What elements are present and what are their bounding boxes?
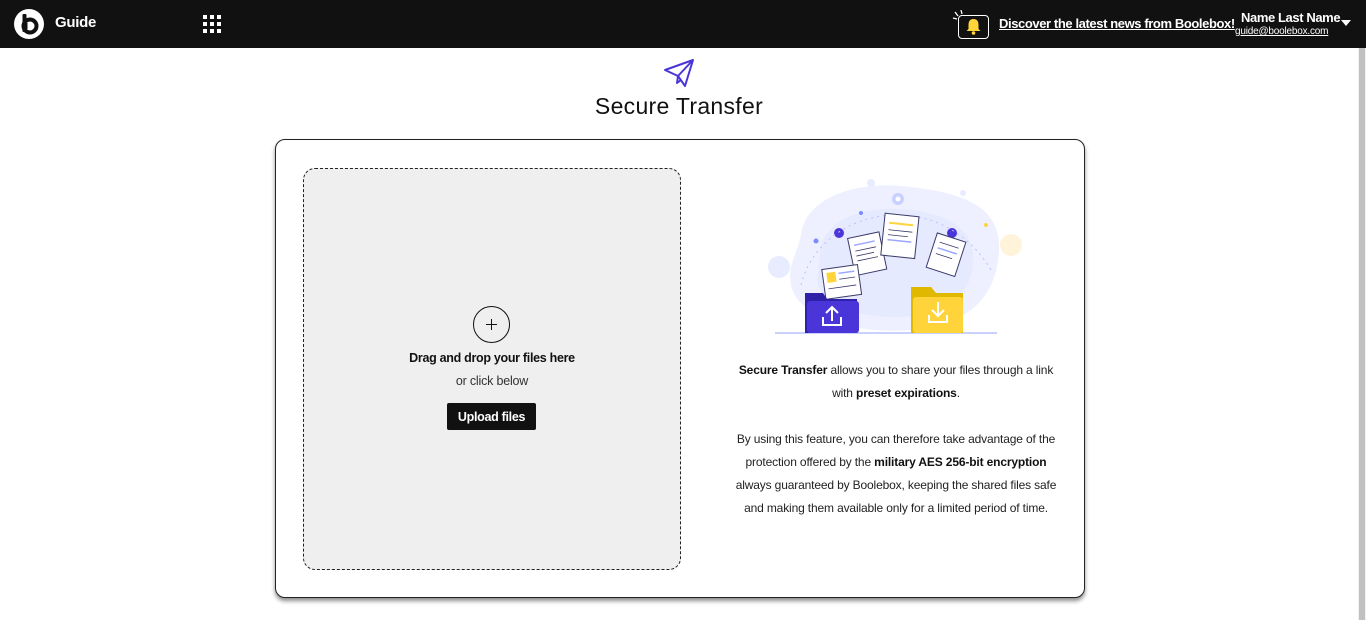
description-bold-encryption: military AES 256-bit encryption — [874, 455, 1047, 469]
plus-icon[interactable] — [473, 306, 510, 343]
description-paragraph-1: Secure Transfer allows you to share your… — [731, 359, 1061, 405]
description-bold-preset-expirations: preset expirations — [856, 386, 957, 400]
drop-zone-title: Drag and drop your files here — [409, 351, 575, 365]
scrollbar-thumb[interactable] — [1359, 48, 1365, 620]
upload-files-button[interactable]: Upload files — [447, 403, 536, 430]
description-text: always guaranteed by Boolebox, keeping t… — [735, 478, 1057, 515]
app-name[interactable]: Guide — [55, 14, 96, 31]
drop-zone-subtitle: or click below — [455, 374, 529, 388]
boolebox-logo-icon[interactable] — [14, 9, 44, 39]
description-text: . — [956, 386, 960, 400]
feature-description: Secure Transfer allows you to share your… — [731, 359, 1061, 520]
file-transfer-illustration — [768, 179, 1022, 334]
top-navigation-bar: Guide Discover the latest news from Bool… — [0, 0, 1366, 48]
secure-transfer-card: Drag and drop your files here or click b… — [275, 139, 1085, 598]
user-email[interactable]: guide@boolebox.com — [1235, 26, 1328, 37]
paper-plane-icon — [664, 59, 694, 87]
apps-grid-icon[interactable] — [202, 14, 222, 34]
user-name[interactable]: Name Last Name — [1241, 10, 1341, 25]
caret-down-icon[interactable] — [1341, 20, 1351, 26]
description-bold-secure-transfer: Secure Transfer — [738, 363, 828, 377]
latest-news-link[interactable]: Discover the latest news from Boolebox! — [999, 16, 1235, 31]
bell-icon — [952, 10, 981, 35]
file-drop-zone[interactable]: Drag and drop your files here or click b… — [303, 168, 681, 570]
description-paragraph-2: By using this feature, you can therefore… — [731, 428, 1061, 520]
page-title: Secure Transfer — [594, 93, 764, 119]
page-scrollbar[interactable] — [1358, 48, 1366, 620]
news-bell-button[interactable] — [952, 10, 990, 40]
